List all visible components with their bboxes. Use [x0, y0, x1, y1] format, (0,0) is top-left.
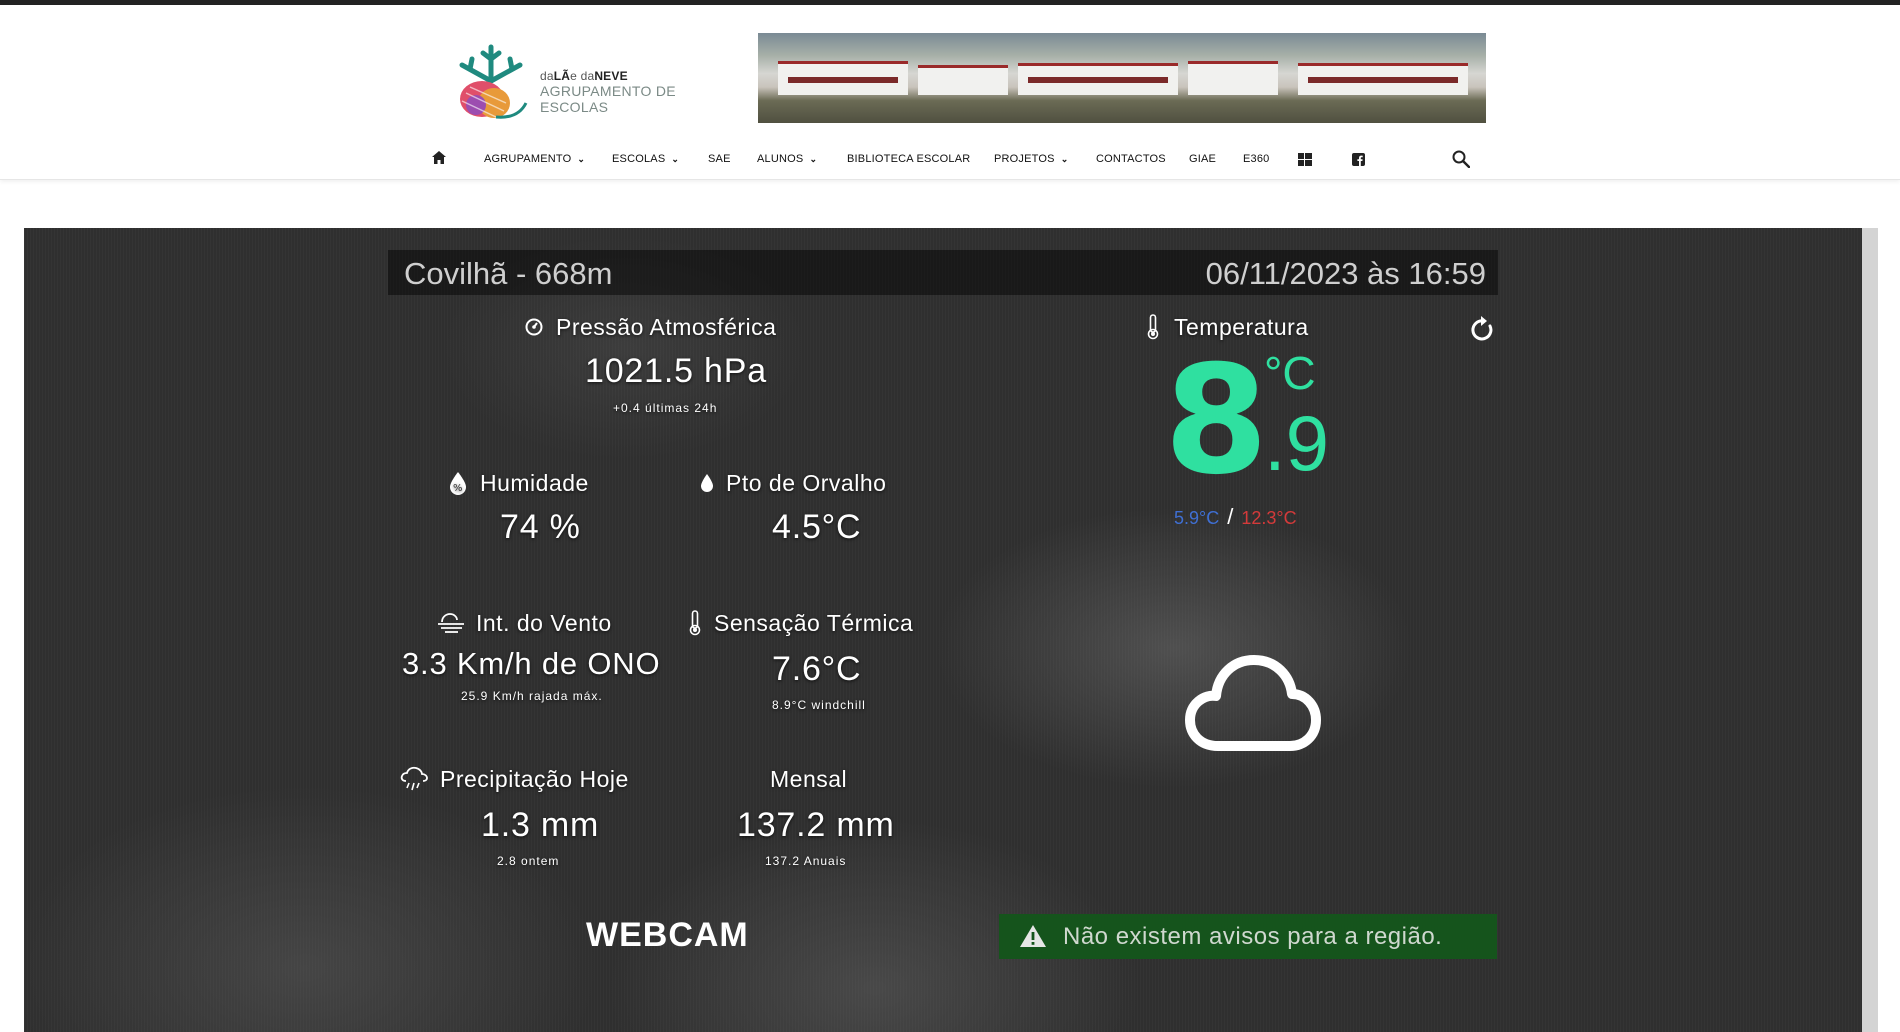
- pressure-value: 1021.5 hPa: [585, 352, 767, 390]
- rain-label: Precipitação Hoje: [400, 766, 629, 793]
- home-icon[interactable]: [432, 151, 446, 167]
- nav-alunos[interactable]: ALUNOS ⌄: [757, 153, 817, 165]
- station-title-bar: Covilhã - 668m 06/11/2023 às 16:59: [388, 250, 1498, 295]
- facebook-icon[interactable]: [1352, 153, 1365, 169]
- temperature-decimal: .9: [1264, 399, 1330, 487]
- rain-cloud-icon: [400, 766, 428, 791]
- drop-icon: [701, 473, 713, 492]
- weather-panel: Covilhã - 668m 06/11/2023 às 16:59 Press…: [24, 228, 1862, 1032]
- webcam-link[interactable]: WEBCAM: [586, 916, 749, 955]
- pressure-trend: +0.4 últimas 24h: [613, 401, 718, 415]
- wind-icon: [438, 613, 464, 633]
- warning-icon: [1019, 924, 1047, 953]
- alert-text: Não existem avisos para a região.: [1063, 923, 1443, 950]
- temperature-unit: °C: [1264, 347, 1316, 399]
- monthly-value: 137.2 mm: [737, 806, 895, 844]
- feels-value: 7.6°C: [772, 650, 862, 688]
- temperature-integer: 8: [1164, 334, 1269, 508]
- site-logo[interactable]: daLÃe daNEVE AGRUPAMENTO DE ESCOLAS: [448, 39, 728, 125]
- monthly-label: Mensal: [770, 766, 848, 792]
- min-max-separator: /: [1227, 504, 1234, 529]
- chevron-down-icon: ⌄: [671, 154, 680, 164]
- temperature-min: 5.9°C: [1174, 508, 1220, 528]
- nav-escolas[interactable]: ESCOLAS ⌄: [612, 153, 679, 165]
- weather-alert-banner[interactable]: Não existem avisos para a região.: [999, 914, 1497, 959]
- thermometer-icon: [1147, 314, 1159, 340]
- search-icon[interactable]: [1452, 150, 1471, 171]
- page-scrollbar[interactable]: [1862, 228, 1878, 1032]
- cloud-icon: [1182, 648, 1322, 763]
- wind-gust: 25.9 Km/h rajada máx.: [461, 689, 603, 703]
- feels-label: Sensação Térmica: [688, 610, 913, 637]
- humidity-drop-icon: %: [450, 471, 466, 495]
- wind-label: Int. do Vento: [436, 610, 612, 637]
- gauge-icon: [525, 318, 543, 336]
- dewpoint-label: Pto de Orvalho: [700, 470, 886, 497]
- humidity-label: % Humidade: [448, 470, 589, 497]
- nav-projetos[interactable]: PROJETOS ⌄: [994, 153, 1068, 165]
- temperature-max: 12.3°C: [1241, 508, 1297, 528]
- nav-biblioteca-escolar[interactable]: BIBLIOTECA ESCOLAR: [847, 153, 970, 165]
- pressure-label: Pressão Atmosférica: [524, 314, 776, 341]
- rain-value: 1.3 mm: [481, 806, 600, 844]
- monthly-annual: 137.2 Anuais: [765, 854, 847, 868]
- site-header: daLÃe daNEVE AGRUPAMENTO DE ESCOLAS AGRU…: [0, 5, 1900, 180]
- nav-agrupamento[interactable]: AGRUPAMENTO ⌄: [484, 153, 585, 165]
- nav-giae[interactable]: GIAE: [1189, 153, 1216, 165]
- feels-windchill: 8.9°C windchill: [772, 698, 866, 712]
- windows-icon[interactable]: [1298, 153, 1312, 169]
- logo-text: daLÃe daNEVE AGRUPAMENTO DE ESCOLAS: [540, 69, 728, 115]
- station-datetime: 06/11/2023 às 16:59: [1205, 256, 1486, 291]
- chevron-down-icon: ⌄: [577, 154, 586, 164]
- chevron-down-icon: ⌄: [809, 154, 818, 164]
- wind-value: 3.3 Km/h de ONO: [402, 646, 661, 681]
- humidity-value: 74 %: [500, 508, 581, 546]
- temperature-min-max: 5.9°C / 12.3°C: [1174, 504, 1297, 530]
- rain-yesterday: 2.8 ontem: [497, 854, 560, 868]
- main-nav: AGRUPAMENTO ⌄ ESCOLAS ⌄ SAE ALUNOS ⌄ BIBLIO…: [0, 145, 1900, 175]
- svg-text:%: %: [453, 483, 463, 494]
- dewpoint-value: 4.5°C: [772, 508, 862, 546]
- nav-contactos[interactable]: CONTACTOS: [1096, 153, 1166, 165]
- station-location: Covilhã - 668m: [404, 256, 613, 291]
- school-banner-image: [758, 33, 1486, 123]
- logo-line1: daLÃe daNEVE: [540, 69, 628, 83]
- refresh-icon[interactable]: [1470, 316, 1496, 349]
- nav-sae[interactable]: SAE: [708, 153, 731, 165]
- snowflake-logo-icon: [459, 44, 528, 119]
- nav-e360[interactable]: E360: [1243, 153, 1270, 165]
- thermometer-icon: [689, 610, 701, 636]
- logo-line2: AGRUPAMENTO DE ESCOLAS: [540, 83, 676, 115]
- chevron-down-icon: ⌄: [1060, 154, 1069, 164]
